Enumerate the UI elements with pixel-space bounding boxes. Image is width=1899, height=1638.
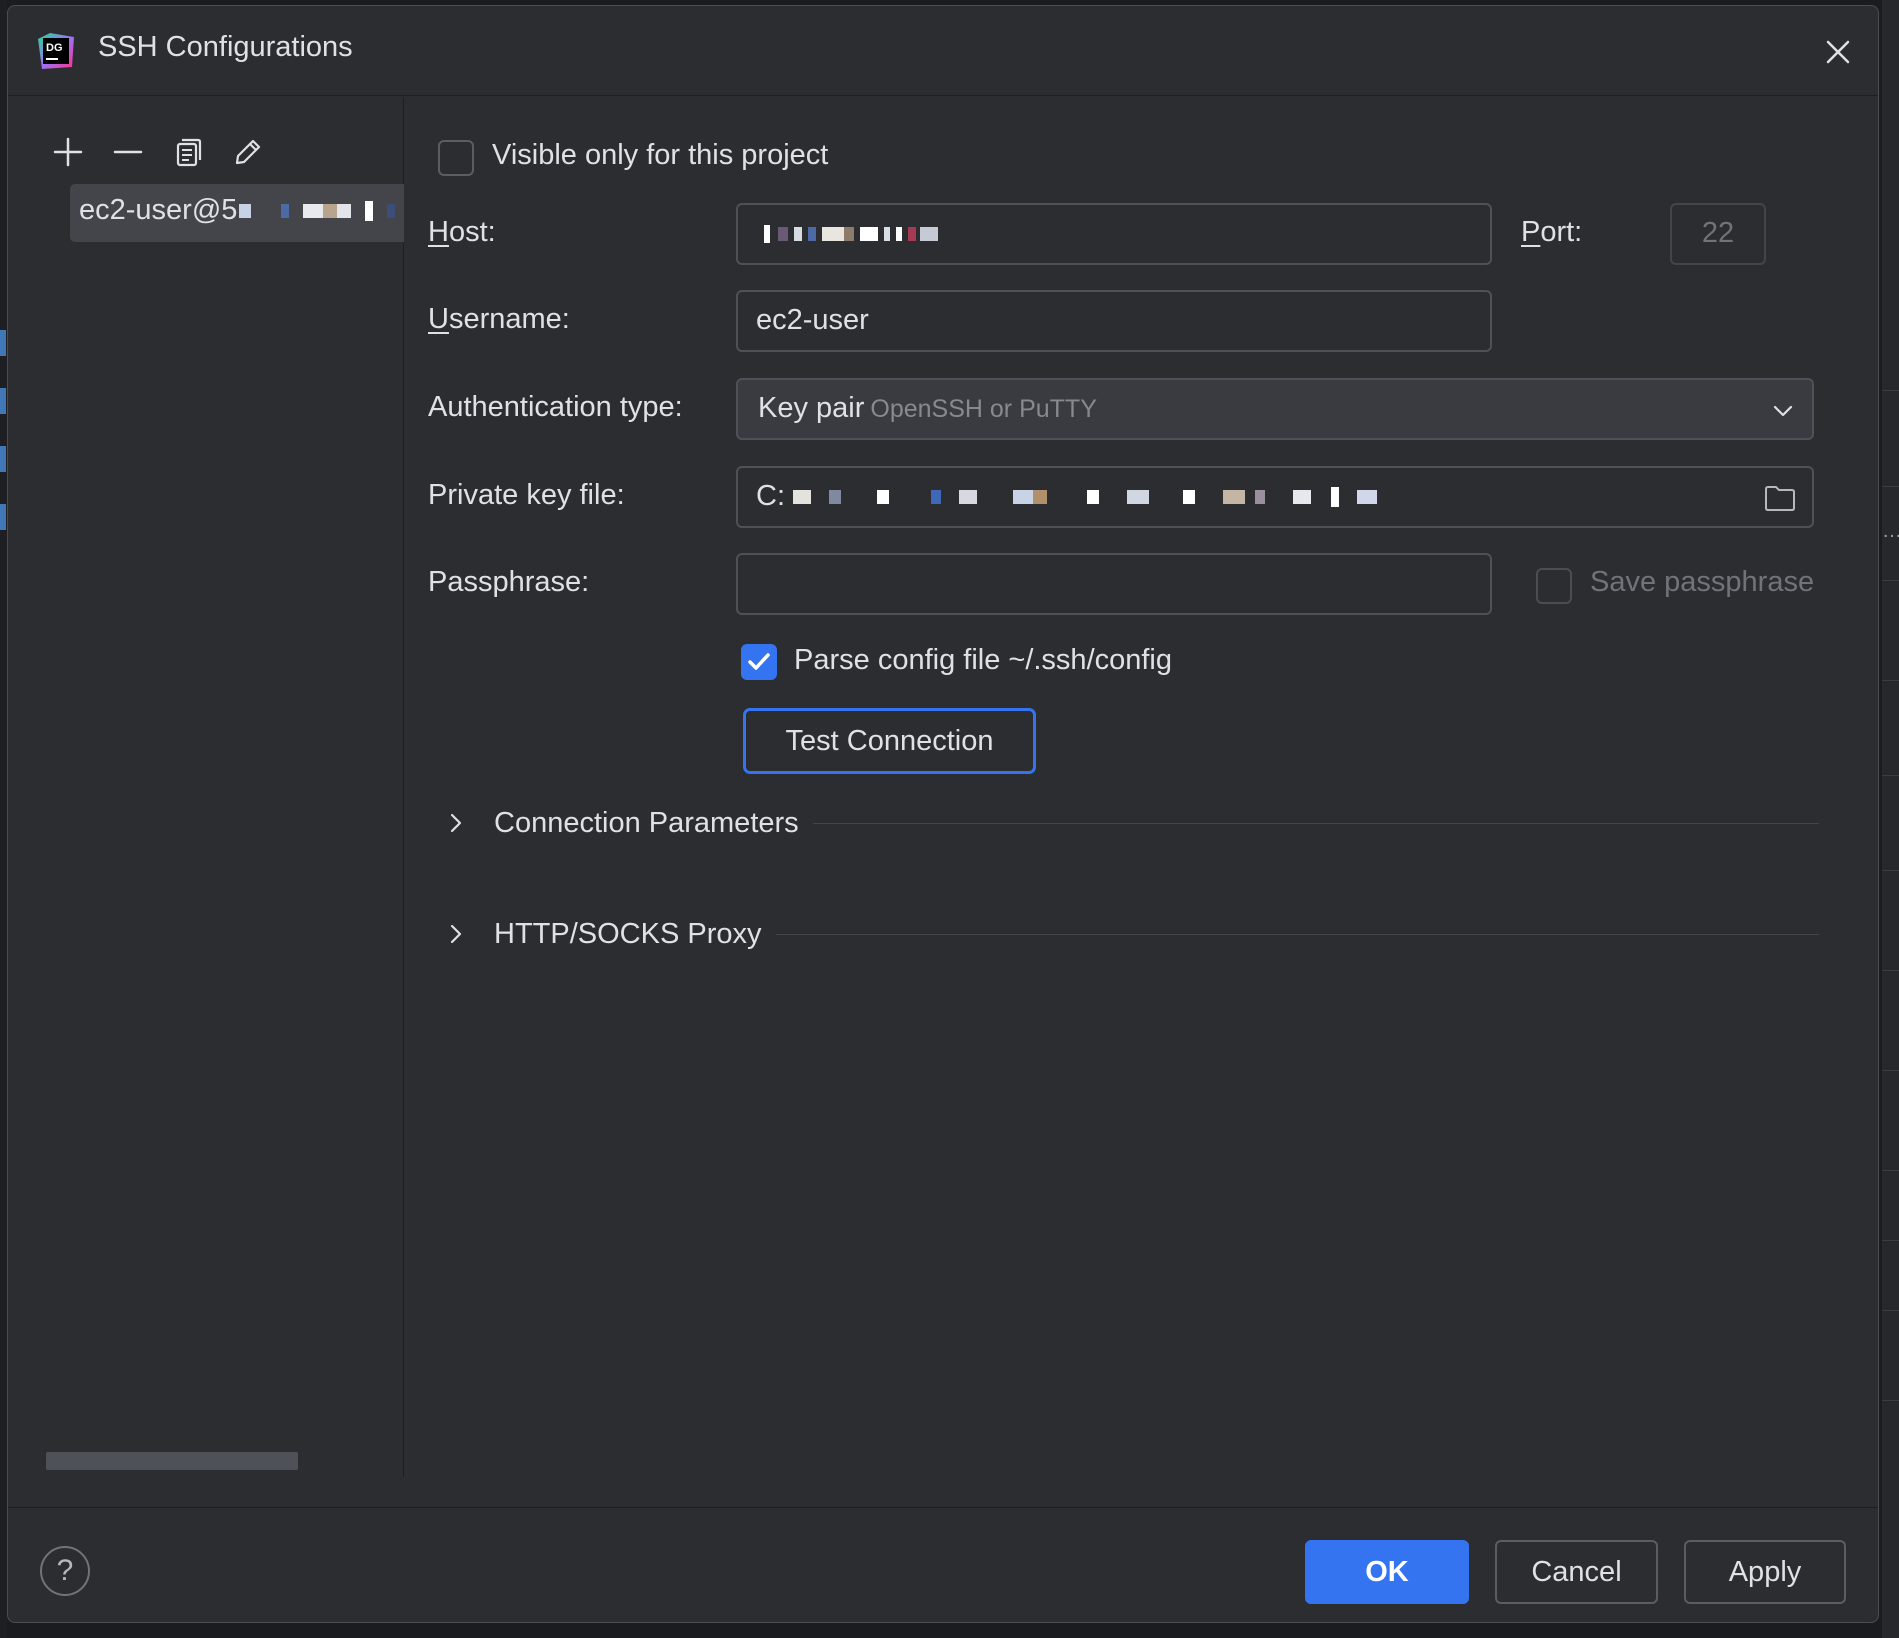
private-key-value: C: (756, 480, 785, 512)
ssh-configurations-dialog: DG SSH Configurations ec2-user@5 Visible… (7, 5, 1879, 1623)
add-configuration-button[interactable] (48, 132, 88, 172)
background-ide-right: … (1882, 0, 1899, 1638)
divider (775, 933, 1819, 935)
remove-configuration-button[interactable] (108, 132, 148, 172)
configurations-list-panel: ec2-user@5 (8, 97, 404, 1477)
chevron-down-icon (1773, 405, 1793, 417)
minus-icon (113, 150, 143, 154)
background-marker (0, 446, 6, 472)
title-bar: DG SSH Configurations (8, 6, 1878, 96)
svg-text:DG: DG (46, 42, 63, 54)
dialog-title: SSH Configurations (98, 31, 353, 63)
close-button[interactable] (1820, 34, 1856, 70)
horizontal-scrollbar[interactable] (46, 1452, 298, 1470)
auth-type-hint: OpenSSH or PuTTY (870, 395, 1097, 423)
host-field[interactable] (736, 203, 1492, 265)
apply-button[interactable]: Apply (1684, 1540, 1846, 1604)
screen: … (0, 0, 1899, 1638)
chevron-right-icon (444, 812, 468, 834)
ok-button[interactable]: OK (1305, 1540, 1469, 1604)
divider (812, 822, 1819, 824)
test-connection-button[interactable]: Test Connection (743, 708, 1036, 774)
close-icon (1826, 40, 1850, 64)
port-label-text: ort: (1540, 216, 1583, 248)
copy-icon (176, 138, 202, 167)
help-button[interactable]: ? (40, 1546, 90, 1596)
passphrase-label: Passphrase: (428, 566, 589, 599)
private-key-label: Private key file: (428, 479, 625, 511)
background-ide-left (0, 0, 7, 1638)
background-marker (0, 504, 6, 530)
save-passphrase-label: Save passphrase (1590, 566, 1815, 598)
copy-configuration-button[interactable] (168, 132, 208, 172)
pencil-icon (235, 139, 261, 165)
background-marker (0, 388, 6, 414)
more-icon: … (1882, 520, 1899, 543)
username-label-text: sername: (448, 303, 570, 335)
private-key-field[interactable]: C: (736, 466, 1814, 528)
passphrase-label-text: Passphrase: (428, 566, 590, 598)
port-label: Port: (1521, 216, 1583, 248)
auth-type-value: Key pair (758, 392, 865, 424)
parse-config-checkbox[interactable] (741, 644, 777, 680)
ssh-configuration-item[interactable]: ec2-user@5 (70, 184, 404, 242)
parse-config-label: Parse config file ~/.ssh/config (794, 644, 1173, 676)
cancel-button[interactable]: Cancel (1495, 1540, 1658, 1604)
plus-icon (53, 137, 83, 167)
button-bar: ? OK Cancel Apply (8, 1507, 1878, 1624)
config-item-label: ec2-user@5 (79, 194, 238, 226)
http-socks-proxy-label: HTTP/SOCKS Proxy (494, 917, 762, 950)
username-label: Username: (428, 303, 570, 335)
host-label-text: ost: (448, 216, 496, 248)
port-field[interactable]: 22 (1670, 203, 1766, 265)
save-passphrase-checkbox[interactable] (1536, 568, 1572, 604)
folder-icon[interactable] (1764, 484, 1796, 512)
host-label: Host: (428, 216, 496, 248)
redacted-text (239, 204, 252, 219)
redacted-text (793, 490, 812, 505)
http-socks-proxy-section[interactable]: HTTP/SOCKS Proxy (444, 914, 1819, 954)
auth-type-select[interactable]: Key pair OpenSSH or PuTTY (736, 378, 1814, 440)
username-field[interactable]: ec2-user (736, 290, 1492, 352)
redacted-text (764, 225, 770, 244)
connection-parameters-label: Connection Parameters (494, 806, 799, 839)
edit-configuration-button[interactable] (228, 132, 268, 172)
chevron-right-icon (444, 923, 468, 945)
datagrip-app-icon: DG (36, 31, 76, 71)
visible-only-checkbox[interactable] (438, 140, 474, 176)
connection-parameters-section[interactable]: Connection Parameters (444, 803, 1819, 843)
visible-only-label: Visible only for this project (492, 139, 829, 171)
auth-type-label: Authentication type: (428, 391, 683, 423)
passphrase-field[interactable] (736, 553, 1492, 615)
list-toolbar (48, 132, 268, 172)
background-marker (0, 330, 6, 356)
checkmark-icon (748, 653, 770, 670)
